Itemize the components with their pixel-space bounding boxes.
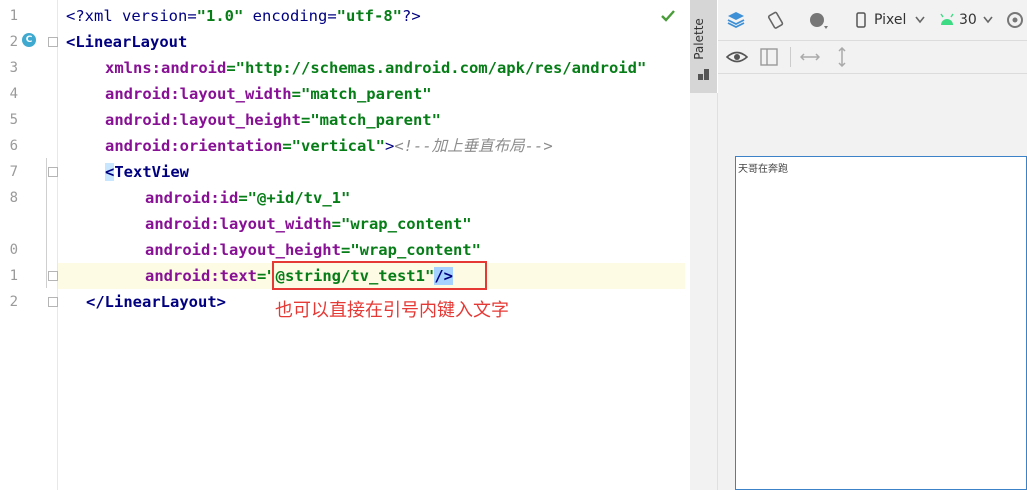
chevron-down-icon: [915, 16, 925, 24]
line-number: 1: [9, 268, 18, 284]
line-number: 6: [9, 138, 18, 154]
orientation-icon[interactable]: [766, 10, 786, 30]
layers-icon[interactable]: [726, 10, 746, 30]
line-number: 0: [9, 242, 18, 258]
check-icon[interactable]: [660, 8, 676, 24]
line-number: 2: [9, 34, 18, 50]
line-number: 1: [9, 8, 18, 24]
line-number: 7: [9, 164, 18, 180]
palette-label: Palette: [691, 18, 706, 60]
theme-icon[interactable]: [808, 10, 830, 30]
line-number-gutter: 1 2 3 4 5 6 7 8 0 1 2 C: [0, 0, 58, 490]
side-tool-strip: [690, 93, 718, 490]
phone-icon: [856, 12, 866, 28]
code-line-2: <LinearLayout: [66, 33, 188, 51]
fold-marker-icon[interactable]: [48, 37, 58, 47]
palette-tab[interactable]: Palette: [690, 0, 717, 93]
code-line-9: android:layout_width="wrap_content": [145, 215, 472, 233]
line-number: 3: [9, 60, 18, 76]
design-toolbar: Pixel 30: [718, 0, 1027, 41]
line-number: 5: [9, 112, 18, 128]
blueprint-icon[interactable]: [760, 48, 778, 66]
annotation-text: 也可以直接在引号内键入文字: [275, 300, 509, 321]
fold-marker-icon[interactable]: [48, 167, 58, 177]
code-line-1: <?xml version="1.0" encoding="utf-8"?>: [66, 7, 421, 25]
api-level-selector[interactable]: 30: [959, 12, 977, 28]
indent-guide: [46, 158, 47, 288]
android-icon: [940, 13, 954, 25]
settings-icon[interactable]: [1005, 10, 1025, 30]
code-line-4: android:layout_width="match_parent": [105, 85, 432, 103]
toolbar-divider: [790, 47, 791, 67]
code-editor[interactable]: <?xml version="1.0" encoding="utf-8"?> <…: [58, 0, 685, 490]
eye-icon[interactable]: [726, 49, 748, 65]
annotation-highlight-box: [272, 261, 487, 290]
design-secondary-toolbar: [718, 41, 1027, 74]
chevron-down-icon: [983, 16, 993, 24]
palette-icon: [698, 69, 709, 80]
code-line-7: <TextView: [105, 163, 189, 181]
preview-textview[interactable]: 天哥在奔跑: [738, 160, 788, 175]
fold-marker-icon[interactable]: [48, 271, 58, 281]
code-line-5: android:layout_height="match_parent": [105, 111, 441, 129]
code-line-6: android:orientation="vertical"><!--加上垂直布…: [105, 137, 553, 155]
device-selector[interactable]: Pixel: [874, 12, 906, 28]
code-line-8: android:id="@+id/tv_1": [145, 189, 351, 207]
fold-marker-icon[interactable]: [48, 297, 58, 307]
class-badge-icon[interactable]: C: [22, 33, 36, 47]
layout-preview-canvas[interactable]: 天哥在奔跑: [735, 156, 1027, 490]
vertical-resize-icon[interactable]: [835, 47, 849, 67]
line-number: 4: [9, 86, 18, 102]
code-line-3: xmlns:android="http://schemas.android.co…: [105, 59, 647, 77]
line-number: 2: [9, 294, 18, 310]
line-number: 8: [9, 190, 18, 206]
code-line-10: android:layout_height="wrap_content": [145, 241, 481, 259]
horizontal-resize-icon[interactable]: [800, 50, 820, 64]
